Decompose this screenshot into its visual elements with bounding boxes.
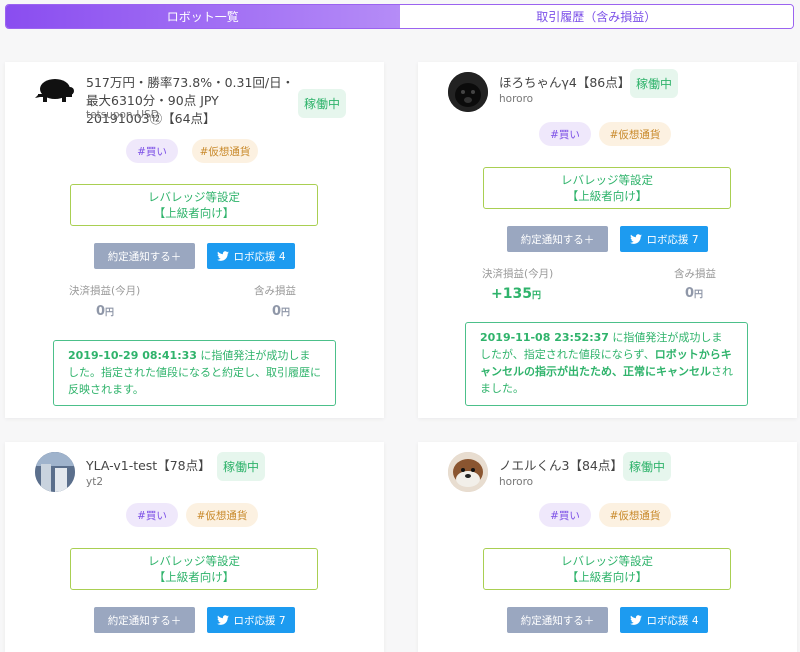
unrealized-label: 含み損益: [254, 285, 296, 297]
notify-button[interactable]: 約定通知する＋: [94, 607, 195, 633]
robot-name[interactable]: ほろちゃんγ4【86点】: [499, 74, 630, 92]
status-badge: 稼働中: [630, 69, 679, 98]
tab-robot-list[interactable]: ロボット一覧: [6, 5, 400, 28]
status-badge: 稼働中: [623, 452, 672, 481]
leverage-settings-button[interactable]: レバレッジ等設定 【上級者向け】: [483, 548, 731, 590]
support-label: ロボ応援 7: [646, 233, 699, 246]
tag-crypto[interactable]: #仮想通貨: [186, 503, 258, 527]
twitter-bird-icon: [217, 615, 230, 625]
tag-buy[interactable]: #買い: [539, 503, 591, 527]
robot-card[interactable]: ノエルくん3【84点】 hororo 稼働中 #買い #仮想通貨 レバレッジ等設…: [418, 442, 797, 652]
tag-buy[interactable]: #買い: [126, 503, 178, 527]
realized-value: 0円: [96, 304, 115, 319]
robot-support-button[interactable]: ロボ応援 7: [620, 226, 708, 252]
robot-owner[interactable]: yt2: [86, 476, 103, 488]
dog-photo-icon: [448, 452, 488, 492]
robot-owner[interactable]: hororo: [499, 93, 533, 105]
message-timestamp: 2019-11-08 23:52:37: [480, 331, 609, 344]
support-label: ロボ応援 4: [233, 250, 286, 263]
support-label: ロボ応援 4: [646, 614, 699, 627]
support-label: ロボ応援 7: [233, 614, 286, 627]
notify-button[interactable]: 約定通知する＋: [507, 607, 608, 633]
tab-bar: ロボット一覧 取引履歴（含み損益）: [5, 4, 794, 29]
twitter-bird-icon: [630, 234, 643, 244]
leverage-label: レバレッジ等設定: [148, 190, 240, 204]
unrealized-value: 0円: [272, 304, 291, 319]
order-message: 2019-11-08 23:52:37 に指値発注が成功しましたが、指定された値…: [465, 322, 748, 406]
tag-crypto[interactable]: #仮想通貨: [599, 503, 671, 527]
robot-owner[interactable]: hororo: [499, 476, 533, 488]
robot-card[interactable]: ほろちゃんγ4【86点】 hororo 稼働中 #買い #仮想通貨 レバレッジ等…: [418, 62, 797, 418]
robot-support-button[interactable]: ロボ応援 7: [207, 607, 295, 633]
robot-owner[interactable]: tetsupon-USD: [86, 109, 159, 121]
robot-name[interactable]: YLA-v1-test【78点】: [86, 457, 211, 475]
leverage-settings-button[interactable]: レバレッジ等設定 【上級者向け】: [70, 184, 318, 226]
leverage-label: レバレッジ等設定: [561, 554, 653, 568]
tag-buy[interactable]: #買い: [539, 122, 591, 146]
notify-button[interactable]: 約定通知する＋: [94, 243, 195, 269]
leverage-settings-button[interactable]: レバレッジ等設定 【上級者向け】: [70, 548, 318, 590]
leverage-advanced-label: 【上級者向け】: [153, 206, 235, 220]
leverage-advanced-label: 【上級者向け】: [566, 189, 648, 203]
black-dog-icon: [448, 72, 488, 112]
leverage-label: レバレッジ等設定: [148, 554, 240, 568]
notify-button[interactable]: 約定通知する＋: [507, 226, 608, 252]
realized-label: 決済損益(今月): [482, 268, 554, 280]
robot-support-button[interactable]: ロボ応援 4: [620, 607, 708, 633]
tag-crypto[interactable]: #仮想通貨: [192, 139, 258, 163]
tag-buy[interactable]: #買い: [126, 139, 178, 163]
photo-avatar-icon: [35, 452, 75, 492]
status-badge: 稼働中: [298, 89, 347, 118]
robot-support-button[interactable]: ロボ応援 4: [207, 243, 295, 269]
tag-crypto[interactable]: #仮想通貨: [599, 122, 671, 146]
robot-name[interactable]: ノエルくん3【84点】: [499, 457, 623, 475]
leverage-settings-button[interactable]: レバレッジ等設定 【上級者向け】: [483, 167, 731, 209]
message-timestamp: 2019-10-29 08:41:33: [68, 349, 197, 362]
robot-card[interactable]: YLA-v1-test【78点】 yt2 稼働中 #買い #仮想通貨 レバレッジ…: [5, 442, 384, 652]
realized-label: 決済損益(今月): [69, 285, 141, 297]
robot-card[interactable]: 517万円・勝率73.8%・0.31回/日・最大6310分・90点 JPY 20…: [5, 62, 384, 418]
unrealized-value: 0円: [685, 286, 704, 301]
status-badge: 稼働中: [217, 452, 266, 481]
unrealized-label: 含み損益: [674, 268, 716, 280]
realized-value: +135円: [491, 286, 541, 302]
order-message: 2019-10-29 08:41:33 に指値発注が成功しました。指定された値段…: [53, 340, 336, 406]
leverage-label: レバレッジ等設定: [561, 173, 653, 187]
turtle-icon: [35, 72, 75, 112]
twitter-bird-icon: [630, 615, 643, 625]
tab-trade-history[interactable]: 取引履歴（含み損益）: [399, 5, 793, 28]
leverage-advanced-label: 【上級者向け】: [153, 570, 235, 584]
twitter-bird-icon: [217, 251, 230, 261]
leverage-advanced-label: 【上級者向け】: [566, 570, 648, 584]
